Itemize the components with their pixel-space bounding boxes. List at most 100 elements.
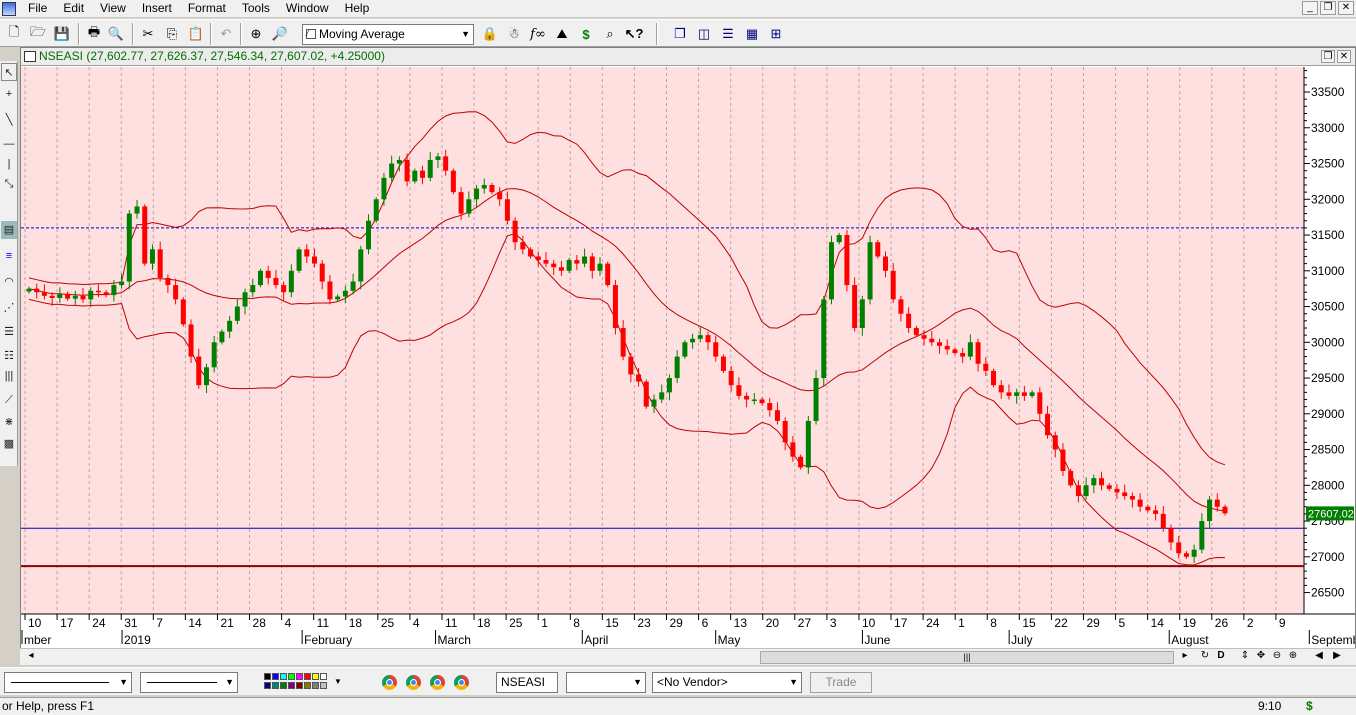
chrome-icon[interactable]: [406, 675, 421, 690]
menu-file[interactable]: File: [20, 0, 55, 17]
menu-window[interactable]: Window: [278, 0, 337, 17]
chevron-down-icon[interactable]: ▼: [334, 677, 342, 686]
gann-fan-icon[interactable]: ⋇: [1, 413, 17, 431]
function-icon[interactable]: f∞: [528, 24, 548, 44]
paste-icon[interactable]: 📋: [186, 24, 206, 44]
color-swatch[interactable]: [280, 682, 287, 689]
color-swatch[interactable]: [296, 682, 303, 689]
menu-tools[interactable]: Tools: [234, 0, 278, 17]
data-source-select[interactable]: ▼: [566, 672, 646, 693]
cascade-icon[interactable]: ❐: [670, 24, 690, 44]
crosshair-icon[interactable]: ⊕: [246, 24, 266, 44]
zoom-out-icon[interactable]: ⊖: [1270, 650, 1284, 661]
line-style-select[interactable]: ▼: [4, 672, 132, 693]
chart-scrollbar[interactable]: ◂ ||| ▸ ↻ D ⇕ ✥ ⊖ ⊕ ◀ ▶: [20, 648, 1356, 665]
tile-vertical-icon[interactable]: ◫: [694, 24, 714, 44]
chrome-icon[interactable]: [454, 675, 469, 690]
menu-format[interactable]: Format: [180, 0, 234, 17]
vertical-line-icon[interactable]: |: [1, 155, 17, 173]
symbol-input[interactable]: NSEASI: [496, 672, 558, 693]
grid-tool-icon[interactable]: ▩: [1, 435, 17, 453]
menu-edit[interactable]: Edit: [55, 0, 92, 17]
color-swatch[interactable]: [272, 682, 279, 689]
indicator-select[interactable]: ⁄ Moving Average ▼: [302, 24, 474, 45]
trendline-icon[interactable]: ╲: [1, 111, 17, 129]
scan-icon[interactable]: ⛰: [552, 24, 572, 44]
binoculars-icon[interactable]: ⌕: [600, 24, 620, 44]
zoom-in-icon[interactable]: ⊕: [1286, 650, 1300, 661]
retracement-icon[interactable]: ☷: [1, 347, 17, 365]
color-swatch[interactable]: [320, 682, 327, 689]
parallel-lines-icon[interactable]: ≡: [1, 247, 17, 265]
color-swatch[interactable]: [296, 673, 303, 680]
color-palette[interactable]: ▼: [260, 671, 356, 693]
close-icon[interactable]: ✕: [1337, 50, 1351, 63]
lock-icon[interactable]: 🔒: [480, 24, 500, 44]
dollar-icon[interactable]: $: [576, 24, 596, 44]
restore-icon[interactable]: ❐: [1321, 50, 1335, 63]
fan-icon[interactable]: ⋰: [1, 299, 17, 317]
color-swatch[interactable]: [288, 673, 295, 680]
color-swatch[interactable]: [312, 673, 319, 680]
scroll-thumb[interactable]: |||: [760, 651, 1174, 664]
arc-icon[interactable]: ◠: [1, 273, 17, 291]
cut-icon[interactable]: ✂: [138, 24, 158, 44]
minimize-icon[interactable]: _: [1302, 1, 1318, 15]
price-axis-label: 27000: [1311, 550, 1345, 564]
close-icon[interactable]: ✕: [1338, 1, 1354, 15]
price-chart[interactable]: 10 17 24 31 7 14 21 28 4 11 18 25 4 11 18 25 1 8 15 23 29 6 13…: [21, 67, 1355, 649]
fibonacci-icon[interactable]: ☰: [1, 323, 17, 341]
color-swatch[interactable]: [304, 682, 311, 689]
chrome-icon[interactable]: [382, 675, 397, 690]
menu-help[interactable]: Help: [337, 0, 378, 17]
channel-icon[interactable]: ▤: [1, 221, 17, 239]
zoom-icon[interactable]: 🔎: [270, 24, 290, 44]
text-tool-icon[interactable]: ⤡: [1, 175, 17, 193]
copy-icon[interactable]: ⎘: [162, 24, 182, 44]
expand-icon[interactable]: ⇕: [1238, 650, 1252, 661]
page-left-icon[interactable]: ◀: [1312, 650, 1326, 661]
save-icon[interactable]: 💾: [52, 24, 72, 44]
scroll-left-icon[interactable]: ◂: [24, 650, 38, 661]
tile-horizontal-icon[interactable]: ☰: [718, 24, 738, 44]
app-icon[interactable]: [2, 1, 16, 16]
pointer-icon[interactable]: ↖: [1, 63, 17, 81]
help-pointer-icon[interactable]: ↖?: [624, 24, 644, 44]
candle-body: [227, 320, 233, 332]
color-swatch[interactable]: [304, 673, 311, 680]
horizontal-line-icon[interactable]: —: [1, 135, 17, 153]
tile-grid-icon[interactable]: ▦: [742, 24, 762, 44]
move-icon[interactable]: ✥: [1254, 650, 1268, 661]
color-swatch[interactable]: [288, 682, 295, 689]
color-swatch[interactable]: [320, 673, 327, 680]
color-swatch[interactable]: [272, 673, 279, 680]
print-preview-icon[interactable]: 🔍: [106, 24, 126, 44]
period-daily-button[interactable]: D: [1214, 650, 1228, 661]
refresh-icon[interactable]: ↻: [1198, 650, 1212, 661]
chrome-icon[interactable]: [430, 675, 445, 690]
scroll-right-icon[interactable]: ▸: [1178, 650, 1192, 661]
vendor-select[interactable]: <No Vendor> ▼: [652, 672, 802, 693]
expert-icon[interactable]: ☃: [504, 24, 524, 44]
date-axis-day-label: 8: [990, 616, 997, 630]
date-axis-day-label: 11: [317, 616, 330, 630]
color-swatch[interactable]: [264, 673, 271, 680]
new-file-icon[interactable]: 🗋: [4, 24, 24, 44]
trade-button[interactable]: Trade: [810, 672, 872, 693]
undo-icon[interactable]: ↶: [216, 24, 236, 44]
speed-lines-icon[interactable]: ⟋: [1, 391, 17, 409]
print-icon[interactable]: 🖶: [84, 24, 104, 44]
open-folder-icon[interactable]: 🗁: [28, 24, 48, 44]
line-width-select[interactable]: ▼: [140, 672, 238, 693]
arrange-icon[interactable]: ⊞: [766, 24, 786, 44]
menu-view[interactable]: View: [92, 0, 134, 17]
color-swatch[interactable]: [280, 673, 287, 680]
cycle-lines-icon[interactable]: |||: [1, 367, 17, 385]
color-swatch[interactable]: [264, 682, 271, 689]
page-right-icon[interactable]: ▶: [1330, 650, 1344, 661]
crosshair-tool-icon[interactable]: +: [1, 85, 17, 103]
color-swatch[interactable]: [312, 682, 319, 689]
menu-insert[interactable]: Insert: [134, 0, 180, 17]
restore-icon[interactable]: ❐: [1320, 1, 1336, 15]
candle-body: [520, 242, 526, 250]
